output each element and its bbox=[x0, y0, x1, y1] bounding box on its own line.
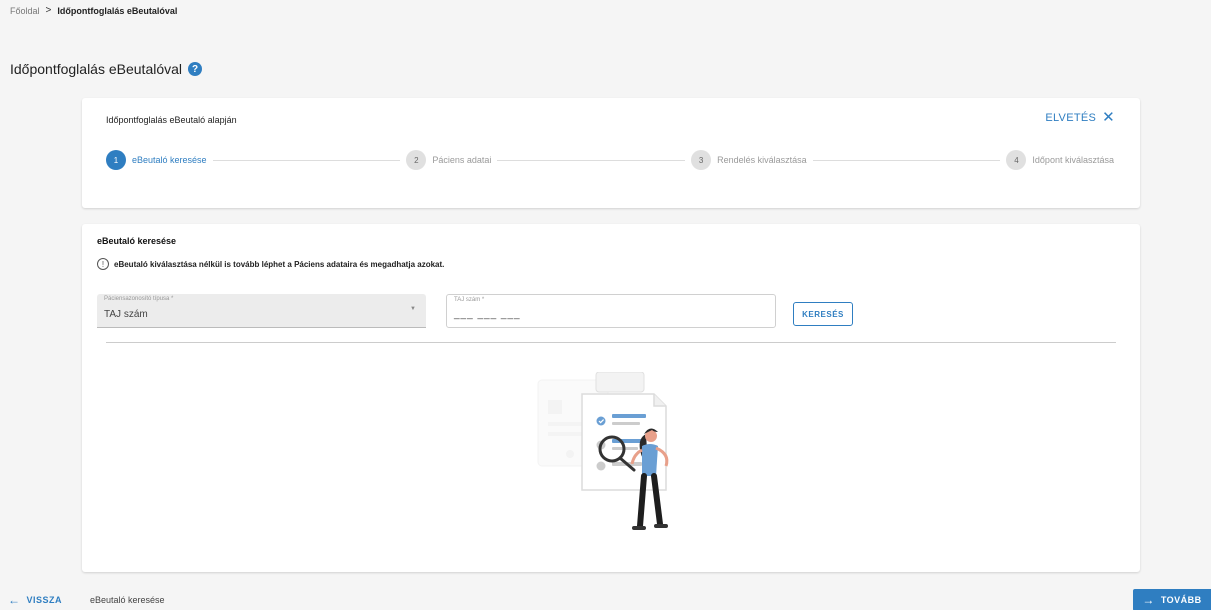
taj-label: TAJ szám * bbox=[454, 297, 485, 303]
breadcrumb: Főoldal > Időpontfoglalás eBeutalóval bbox=[10, 5, 177, 16]
search-button[interactable]: KERESÉS bbox=[793, 302, 853, 326]
step-connector bbox=[497, 159, 686, 161]
info-text: eBeutaló kiválasztása nélkül is tovább l… bbox=[114, 259, 445, 269]
arrow-left-icon: ← bbox=[8, 593, 21, 607]
step-label: Rendelés kiválasztása bbox=[717, 155, 807, 165]
step-patient-data[interactable]: 2 Páciens adatai bbox=[406, 150, 491, 170]
id-type-value: TAJ szám bbox=[104, 309, 148, 320]
stepper-steps: 1 eBeutaló keresése 2 Páciens adatai 3 R… bbox=[106, 150, 1114, 170]
breadcrumb-current: Időpontfoglalás eBeutalóval bbox=[57, 5, 178, 16]
stepper-card: Időpontfoglalás eBeutaló alapján ELVETÉS… bbox=[82, 98, 1140, 208]
footer: ← VISSZA eBeutaló keresése → TOVÁBB bbox=[0, 589, 1211, 610]
step-connector bbox=[812, 159, 1001, 161]
dropdown-arrow-icon: ▼ bbox=[410, 306, 416, 312]
step-order-selection[interactable]: 3 Rendelés kiválasztása bbox=[691, 150, 807, 170]
taj-number-input[interactable]: TAJ szám * ___ ___ ___ bbox=[446, 294, 776, 328]
breadcrumb-separator: > bbox=[45, 5, 52, 16]
divider bbox=[106, 342, 1116, 343]
empty-search-illustration bbox=[537, 372, 669, 530]
step-label: eBeutaló keresése bbox=[132, 155, 207, 165]
id-type-label: Páciensazonosító típusa * bbox=[104, 296, 174, 302]
taj-value: ___ ___ ___ bbox=[454, 309, 521, 320]
breadcrumb-home[interactable]: Főoldal bbox=[10, 6, 40, 16]
id-type-select[interactable]: Páciensazonosító típusa * TAJ szám ▼ bbox=[97, 294, 426, 328]
back-button[interactable]: ← VISSZA bbox=[8, 593, 62, 607]
back-label: VISSZA bbox=[26, 595, 63, 605]
next-button[interactable]: → TOVÁBB bbox=[1133, 589, 1211, 610]
close-icon: ✕ bbox=[1102, 109, 1115, 126]
info-icon: ! bbox=[97, 258, 109, 270]
step-ebeutalo-search[interactable]: 1 eBeutaló keresése bbox=[106, 150, 207, 170]
step-label: Időpont kiválasztása bbox=[1032, 155, 1114, 165]
step-time-selection[interactable]: 4 Időpont kiválasztása bbox=[1006, 150, 1114, 170]
step-label: Páciens adatai bbox=[432, 155, 492, 165]
arrow-right-icon: → bbox=[1142, 593, 1155, 607]
step-number: 4 bbox=[1006, 150, 1027, 170]
step-connector bbox=[212, 159, 401, 161]
step-number: 1 bbox=[106, 150, 126, 170]
footer-current-step: eBeutaló keresése bbox=[90, 595, 165, 605]
step-number: 3 bbox=[691, 150, 712, 170]
question-circle-icon[interactable]: ? bbox=[188, 62, 203, 76]
section-title: eBeutaló keresése bbox=[97, 236, 177, 246]
stepper-title: Időpontfoglalás eBeutaló alapján bbox=[106, 115, 237, 125]
discard-label: ELVETÉS bbox=[1045, 112, 1097, 124]
step-number: 2 bbox=[406, 150, 427, 170]
page-title-text: Időpontfoglalás eBeutalóval bbox=[10, 61, 183, 77]
search-card: eBeutaló keresése ! eBeutaló kiválasztás… bbox=[82, 224, 1140, 572]
page-title: Időpontfoglalás eBeutalóval ? bbox=[10, 61, 203, 77]
next-label: TOVÁBB bbox=[1160, 595, 1202, 605]
info-message: ! eBeutaló kiválasztása nélkül is tovább… bbox=[97, 258, 444, 270]
discard-button[interactable]: ELVETÉS ✕ bbox=[1045, 109, 1115, 126]
